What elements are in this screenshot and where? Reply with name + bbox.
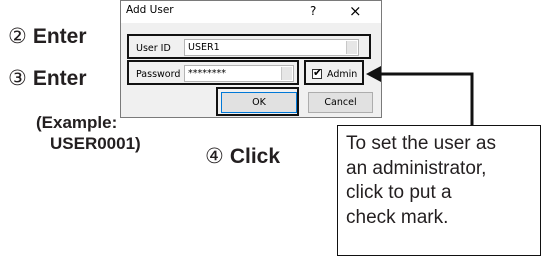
callout-line-2: an administrator, xyxy=(346,157,487,179)
arrow-line xyxy=(380,72,474,125)
admin-callout: To set the user as an administrator, cli… xyxy=(337,125,541,256)
callout-line-3: click to put a xyxy=(346,182,452,203)
arrowhead-icon xyxy=(366,66,381,82)
callout-line-4: check mark. xyxy=(346,206,449,228)
callout-line-1: To set the user as xyxy=(346,133,496,154)
